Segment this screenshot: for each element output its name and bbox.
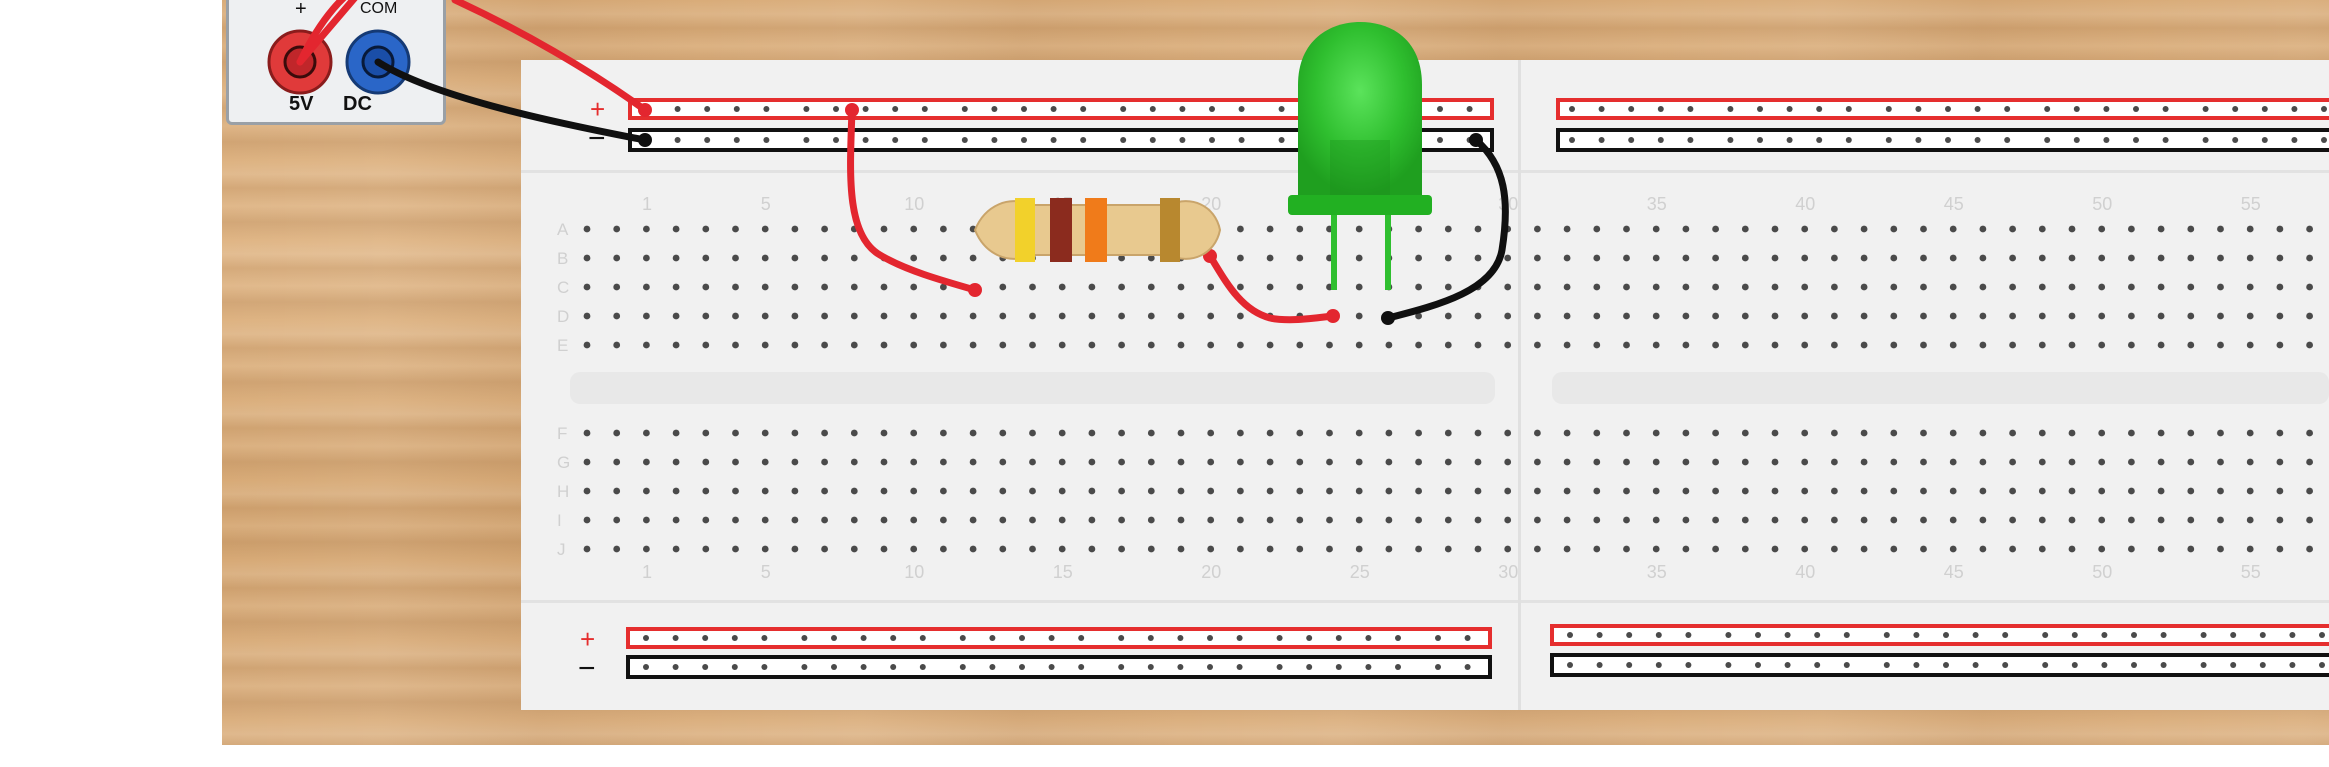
row-letter: G [557,453,570,472]
column-number: 10 [904,194,924,214]
row-letter: J [557,540,566,559]
row-letter: A [557,220,569,239]
row-letters: ABCDE FGHIJ [557,220,570,559]
resistor-band-2 [1050,198,1072,262]
row-letter: I [557,511,562,530]
resistor-band-4 [1160,198,1180,262]
row-letter: H [557,482,569,501]
column-numbers-bottom: 1 5 10 15 20 25 30 35 40 45 50 55 [642,562,2261,582]
top-power-rail-right[interactable] [1556,98,2329,152]
board-split [1518,60,1521,710]
row-letter: D [557,307,569,326]
column-number: 5 [761,562,771,582]
column-number: 40 [1795,194,1815,214]
column-number: 35 [1647,194,1667,214]
wood-strip [521,710,2329,745]
column-number: 10 [904,562,924,582]
board-gap-bottom [521,600,2329,603]
column-number: 20 [1201,562,1221,582]
resistor-band-3 [1085,198,1107,262]
center-divider-right [1552,372,2329,404]
green-led-icon[interactable] [1288,22,1432,290]
column-number: 50 [2092,562,2112,582]
column-number: 1 [642,194,652,214]
bottom-power-rail-left[interactable] [626,627,1492,679]
row-letter: B [557,249,568,268]
column-number: 25 [1350,562,1370,582]
resistor-band-1 [1015,198,1035,262]
rail-minus-label-bottom: − [578,652,596,685]
column-number: 30 [1498,562,1518,582]
column-number: 45 [1944,194,1964,214]
column-number: 55 [2241,194,2261,214]
center-divider [570,372,1495,404]
row-letter: F [557,424,567,443]
column-number: 15 [1053,562,1073,582]
board-gap-top [521,170,2329,173]
row-letter: C [557,278,569,297]
column-number: 50 [2092,194,2112,214]
column-number: 40 [1795,562,1815,582]
column-number: 5 [761,194,771,214]
column-number: 55 [2241,562,2261,582]
column-numbers-top: 1510152025303540455055 [642,194,2261,214]
bottom-power-rail-right[interactable] [1550,624,2329,677]
row-letter: E [557,336,568,355]
resistor-icon[interactable] [973,198,1222,262]
rail-plus-label-top: + [590,94,605,124]
column-number: 45 [1944,562,1964,582]
rail-plus-label-bottom: + [580,624,595,654]
column-number: 1 [642,562,652,582]
column-number: 35 [1647,562,1667,582]
